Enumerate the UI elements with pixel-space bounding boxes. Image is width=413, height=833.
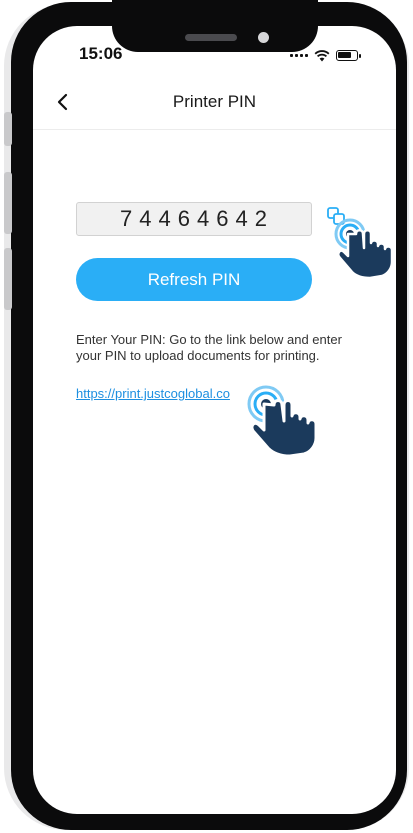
- status-time: 15:06: [79, 44, 123, 63]
- battery-icon: [336, 49, 361, 61]
- navigation-header: Printer PIN: [33, 80, 396, 130]
- front-camera: [258, 32, 269, 43]
- wifi-icon: [314, 49, 330, 62]
- volume-down-button: [4, 248, 12, 310]
- screen: [33, 26, 396, 814]
- pointer-hand-icon: [334, 218, 394, 280]
- refresh-pin-button[interactable]: Refresh PIN: [76, 258, 312, 301]
- status-icons: [290, 48, 361, 62]
- page-title: Printer PIN: [172, 92, 257, 111]
- instructions-text: Enter Your PIN: Go to the link below and…: [76, 332, 342, 363]
- pin-display: 74464642: [76, 202, 312, 236]
- notch: [112, 0, 318, 52]
- pointer-hand-icon: [247, 385, 318, 458]
- volume-up-button: [4, 172, 12, 234]
- mute-switch: [4, 112, 12, 146]
- signal-icon: [290, 53, 308, 57]
- speaker: [185, 34, 237, 41]
- print-portal-link[interactable]: https://print.justcoglobal.co: [76, 386, 230, 401]
